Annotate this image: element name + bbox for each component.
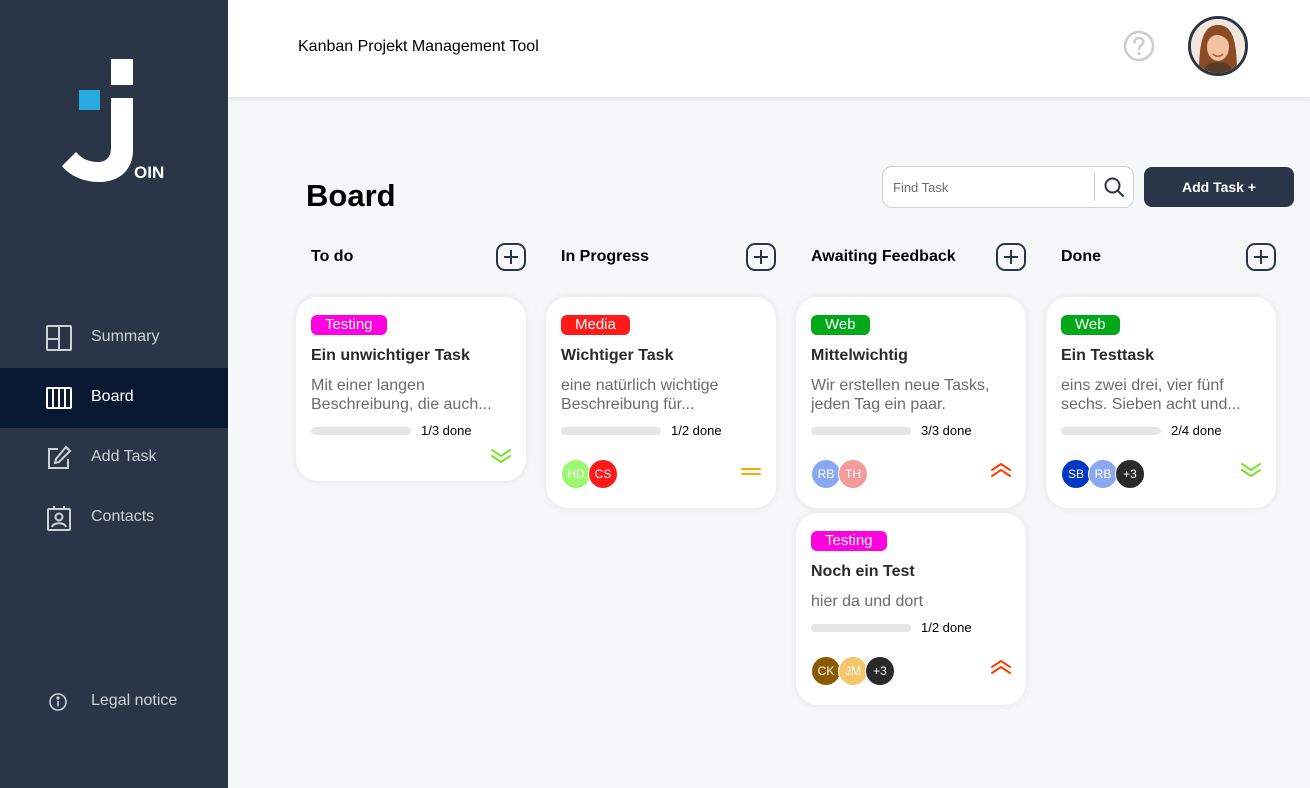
nav-contacts-label: Contacts [91, 508, 155, 525]
priority-medium-icon [740, 463, 762, 481]
subtask-progress-text: 1/2 done [921, 620, 972, 635]
assignee-avatar: +3 [865, 656, 895, 686]
task-title: Ein Testtask [1061, 347, 1155, 364]
add-to-column-button[interactable] [996, 243, 1026, 271]
search-box [882, 166, 1134, 208]
task-card[interactable]: Testing Ein unwichtiger Task Mit einer l… [296, 297, 526, 481]
add-to-column-button[interactable] [746, 243, 776, 271]
subtask-progress-text: 3/3 done [921, 423, 972, 438]
add-task-button[interactable]: Add Task + [1144, 167, 1294, 207]
category-tag: Web [1061, 315, 1120, 335]
join-logo[interactable]: OIN [62, 58, 166, 182]
task-title: Ein unwichtiger Task [311, 347, 470, 364]
assignee-avatar: TH [838, 459, 868, 489]
subtask-progress-bar [1061, 427, 1161, 435]
task-title: Mittelwichtig [811, 347, 908, 364]
subtask-progress-text: 2/4 done [1171, 423, 1222, 438]
category-tag: Web [811, 315, 870, 335]
priority-urgent-icon [990, 461, 1012, 479]
user-avatar[interactable] [1188, 16, 1248, 76]
nav-legal-notice[interactable]: Legal notice [0, 671, 228, 731]
task-card[interactable]: Testing Noch ein Test hier da und dort 1… [796, 513, 1026, 705]
subtask-progress-text: 1/3 done [421, 423, 472, 438]
nav-summary-label: Summary [91, 328, 160, 345]
top-header: Kanban Projekt Management Tool [228, 0, 1310, 97]
nav-add-task-label: Add Task [91, 448, 157, 465]
info-icon [48, 692, 68, 712]
column-header-awaiting-feedback: Awaiting Feedback [796, 243, 1026, 271]
legal-notice-label: Legal notice [91, 692, 178, 709]
category-tag: Testing [311, 315, 387, 335]
task-title: Noch ein Test [811, 563, 915, 580]
task-description: Mit einer langen Beschreibung, die auch.… [311, 377, 492, 413]
search-divider [1094, 173, 1095, 201]
board-icon [46, 385, 72, 411]
subtask-progress-bar [811, 624, 911, 632]
help-icon[interactable] [1123, 30, 1155, 62]
page-title: Board [306, 178, 396, 213]
task-card[interactable]: Media Wichtiger Task eine natürlich wich… [546, 297, 776, 508]
sidebar: OIN Summary Board Add Task Contacts Lega… [0, 0, 228, 788]
header-title: Kanban Projekt Management Tool [298, 38, 539, 55]
task-description: Wir erstellen neue Tasks, jeden Tag ein … [811, 377, 990, 413]
subtask-progress-bar [811, 427, 911, 435]
column-title: In Progress [561, 248, 650, 265]
column-title: Awaiting Feedback [811, 248, 956, 265]
subtask-progress-bar [311, 427, 411, 435]
priority-urgent-icon [990, 658, 1012, 676]
column-title: To do [311, 248, 354, 265]
search-icon[interactable] [1103, 176, 1125, 198]
task-card[interactable]: Web Mittelwichtig Wir erstellen neue Tas… [796, 297, 1026, 508]
subtask-progress-bar [561, 427, 661, 435]
contacts-icon [46, 505, 72, 531]
add-to-column-button[interactable] [496, 243, 526, 271]
nav-contacts[interactable]: Contacts [0, 488, 228, 548]
assignee-avatar: +3 [1115, 459, 1145, 489]
task-title: Wichtiger Task [561, 347, 674, 364]
assignee-avatar: RB [1088, 459, 1118, 489]
search-input[interactable] [883, 167, 1093, 207]
assignee-avatar: HD [561, 459, 591, 489]
priority-low-icon [490, 447, 512, 465]
assignee-avatar: JM [838, 656, 868, 686]
assignee-avatar: RB [811, 459, 841, 489]
summary-icon [46, 325, 72, 351]
assignee-avatar: CK [811, 656, 841, 686]
column-title: Done [1061, 248, 1101, 265]
category-tag: Testing [811, 531, 887, 551]
task-description: eins zwei drei, vier fünf sechs. Sieben … [1061, 377, 1241, 413]
nav-add-task[interactable]: Add Task [0, 428, 228, 488]
task-card[interactable]: Web Ein Testtask eins zwei drei, vier fü… [1046, 297, 1276, 508]
nav-board[interactable]: Board [0, 368, 228, 428]
priority-low-icon [1240, 461, 1262, 479]
category-tag: Media [561, 315, 630, 335]
svg-text:OIN: OIN [134, 163, 164, 182]
subtask-progress-text: 1/2 done [671, 423, 722, 438]
column-header-in-progress: In Progress [546, 243, 776, 271]
task-description: eine natürlich wichtige Beschreibung für… [561, 377, 719, 413]
task-description: hier da und dort [811, 593, 924, 610]
column-header-todo: To do [296, 243, 526, 271]
assignee-avatar: CS [588, 459, 618, 489]
add-to-column-button[interactable] [1246, 243, 1276, 271]
assignee-avatar: SB [1061, 459, 1091, 489]
nav-board-label: Board [91, 388, 134, 405]
edit-icon [46, 445, 72, 471]
column-header-done: Done [1046, 243, 1276, 271]
nav-summary[interactable]: Summary [0, 308, 228, 368]
